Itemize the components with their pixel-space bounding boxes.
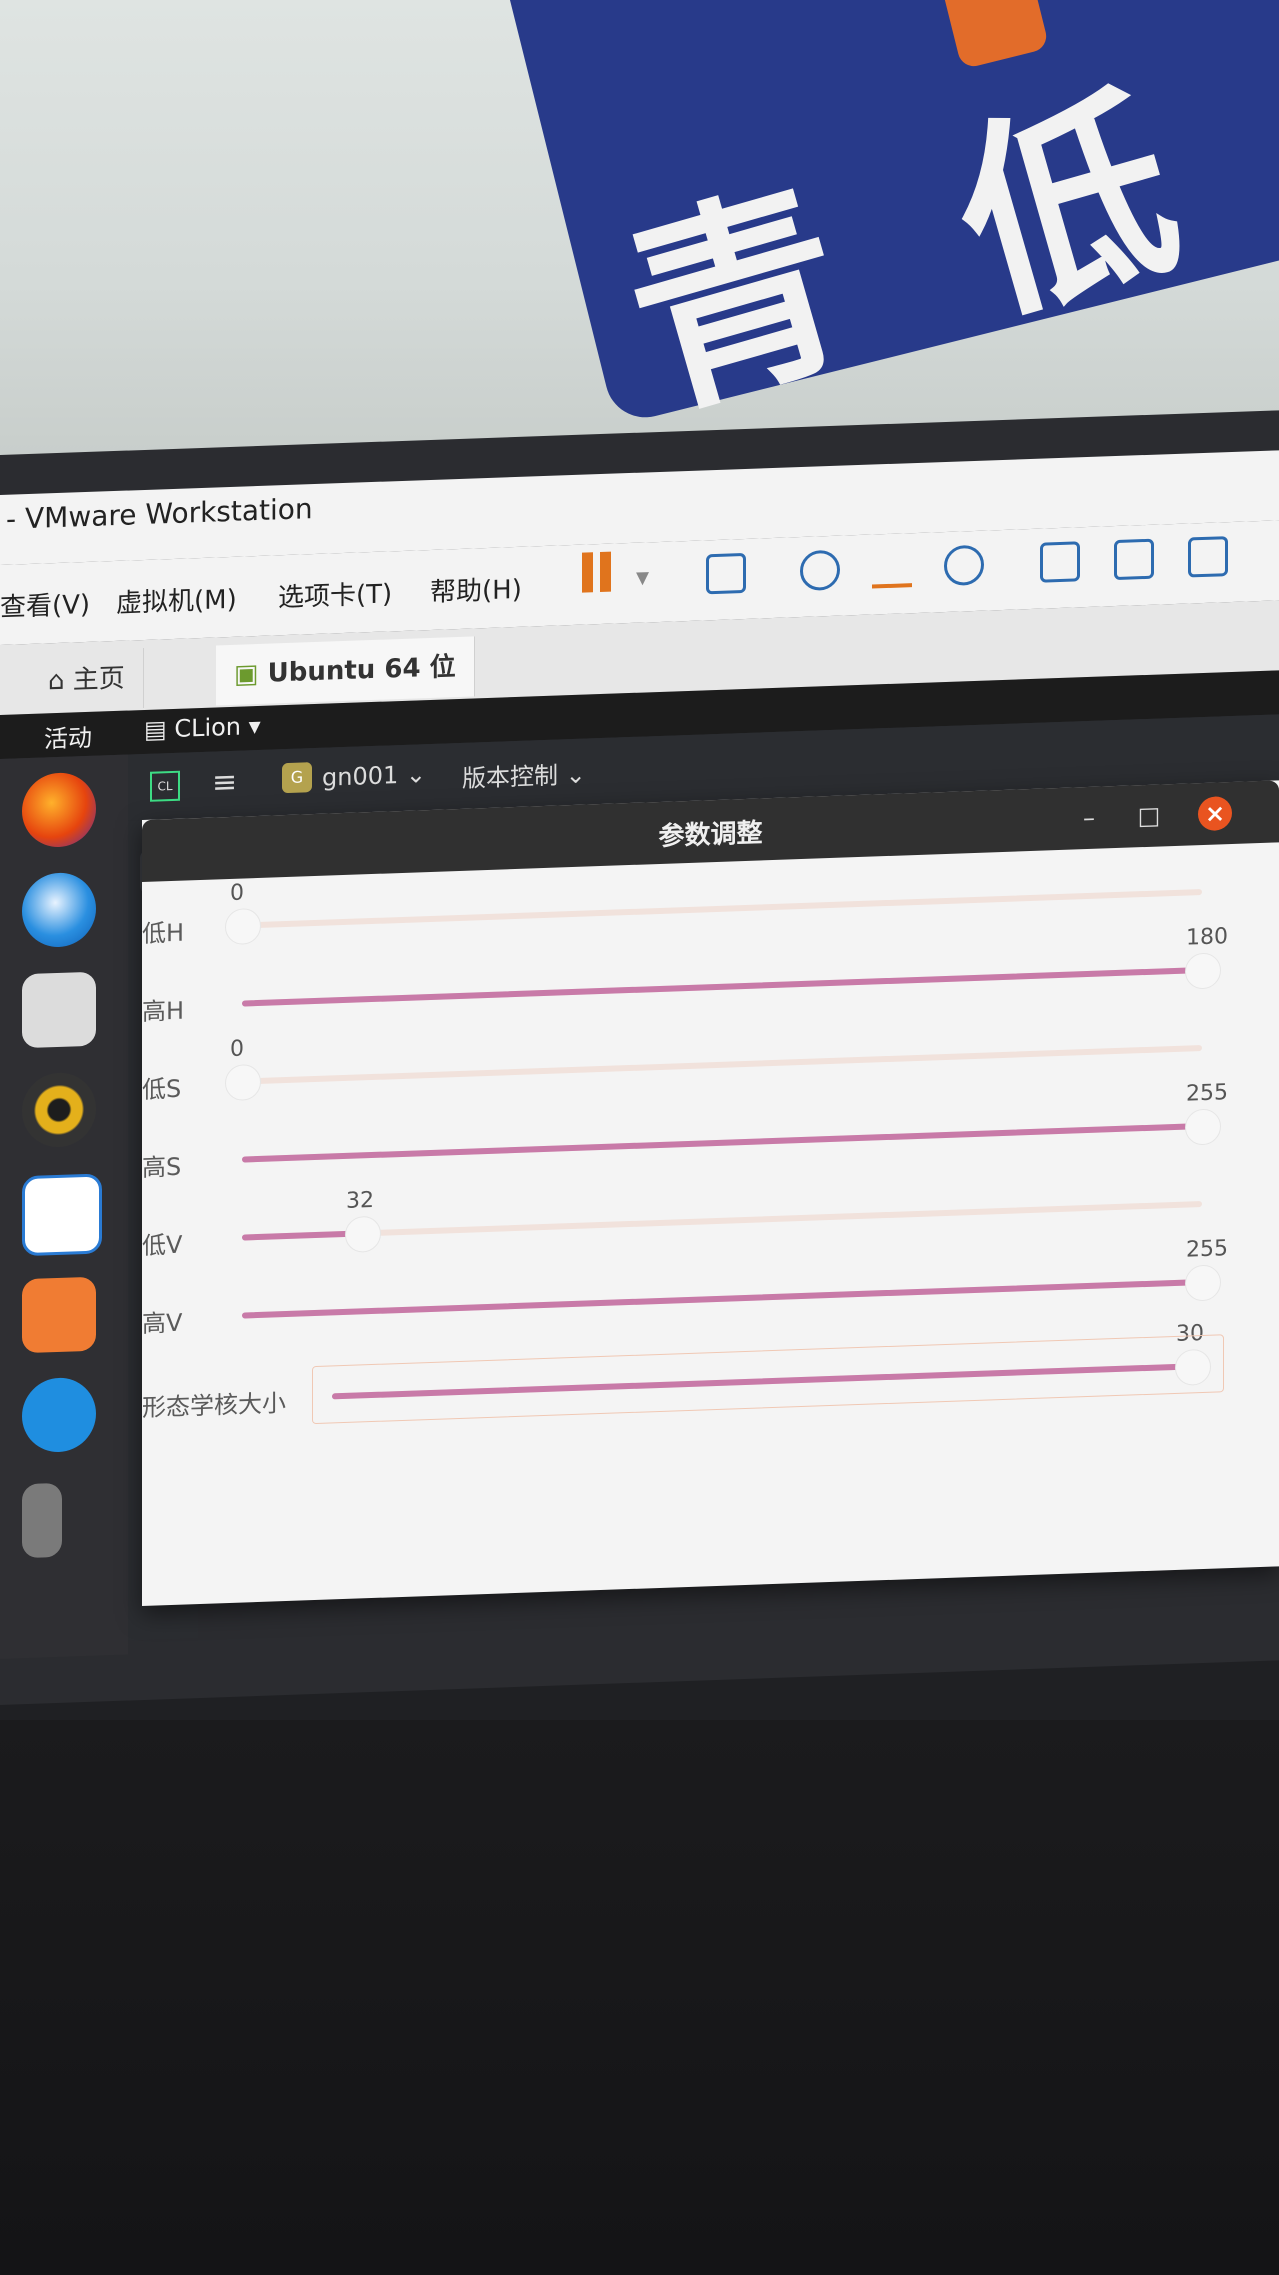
- app-menu[interactable]: ▤ CLion ▾: [144, 712, 261, 744]
- slider-handle[interactable]: [225, 907, 261, 946]
- slider-value: 255: [1186, 1236, 1228, 1263]
- slider-fill: [242, 967, 1202, 1007]
- monitor-bezel-bottom: [0, 1720, 1279, 2275]
- slider-track[interactable]: [242, 1201, 1202, 1253]
- slider-value: 0: [230, 1036, 244, 1062]
- vm-icon: ▣: [234, 658, 268, 690]
- slider-value: 0: [230, 880, 244, 906]
- sidebar-toggle-icon[interactable]: [1040, 541, 1080, 583]
- slider-track[interactable]: [242, 1108, 1221, 1163]
- revert-snapshot-icon[interactable]: [872, 547, 912, 589]
- tab-ubuntu[interactable]: ▣ Ubuntu 64 位: [216, 636, 475, 706]
- slider-fill: [242, 1230, 362, 1241]
- slider-label: 低S: [142, 1074, 182, 1105]
- slider-fill: [242, 1279, 1202, 1319]
- slider-track[interactable]: [242, 1264, 1221, 1319]
- slider-handle[interactable]: [1185, 1264, 1221, 1302]
- activities-button[interactable]: 活动: [44, 718, 92, 755]
- slider-handle[interactable]: [1185, 952, 1221, 990]
- project-selector[interactable]: gn001 ⌄: [322, 760, 426, 792]
- chevron-down-icon: ⌄: [398, 760, 427, 790]
- libreoffice-writer-icon[interactable]: [22, 1173, 102, 1257]
- menu-help[interactable]: 帮助(H): [430, 569, 522, 609]
- slider-value: 32: [346, 1187, 374, 1214]
- chevron-down-icon: ⌄: [558, 760, 586, 790]
- slider-label: 高V: [142, 1308, 183, 1339]
- slider-value: 180: [1186, 924, 1228, 951]
- files-icon[interactable]: [22, 971, 96, 1049]
- slider-handle[interactable]: [1185, 1108, 1221, 1146]
- console-view-icon[interactable]: [1114, 538, 1154, 581]
- clion-app-icon: ▤: [144, 714, 175, 744]
- clion-logo-icon: CL: [150, 770, 180, 802]
- chevron-down-icon: ▾: [241, 711, 261, 741]
- menu-vm[interactable]: 虚拟机(M): [116, 579, 237, 620]
- pause-icon[interactable]: [582, 552, 612, 593]
- slider-label: 形态学核大小: [142, 1389, 286, 1423]
- main-menu-icon[interactable]: ≡: [212, 765, 237, 801]
- slider-label: 高S: [142, 1152, 182, 1183]
- slider-label: 高H: [142, 996, 185, 1027]
- vcs-menu[interactable]: 版本控制 ⌄: [462, 755, 586, 794]
- trash-icon[interactable]: [22, 1482, 62, 1559]
- menu-tabs[interactable]: 选项卡(T): [278, 573, 392, 614]
- slider-value: 255: [1186, 1080, 1228, 1107]
- slider-track[interactable]: [225, 889, 1202, 946]
- software-center-icon[interactable]: [22, 1276, 96, 1354]
- fullscreen-icon[interactable]: [1188, 536, 1228, 578]
- slider-handle[interactable]: [345, 1215, 381, 1253]
- slider-label: 低H: [142, 918, 185, 949]
- slider-handle[interactable]: [225, 1063, 261, 1102]
- slider-track[interactable]: [225, 1045, 1202, 1102]
- menu-view[interactable]: 查看(V): [0, 584, 90, 624]
- tab-home[interactable]: ⌂ 主页: [30, 647, 144, 712]
- slider-track[interactable]: [242, 952, 1221, 1007]
- home-icon: ⌂: [48, 665, 73, 697]
- parameter-dialog: 参数调整 – □ × 低H 0 高H 180 低S 0 高S 255 低V 32 高V 255 形态学核…: [142, 780, 1279, 1607]
- slider-fill: [242, 1123, 1202, 1163]
- pause-dropdown-icon[interactable]: ▾: [636, 562, 649, 592]
- slider-label: 低V: [142, 1230, 183, 1261]
- send-keys-icon[interactable]: [706, 552, 746, 595]
- maximize-icon[interactable]: □: [1132, 798, 1166, 833]
- monitor-screen: - VMware Workstation 查看(V) 虚拟机(M) 选项卡(T)…: [0, 410, 1279, 1706]
- project-badge: G: [282, 762, 312, 794]
- minimize-icon[interactable]: –: [1072, 800, 1106, 835]
